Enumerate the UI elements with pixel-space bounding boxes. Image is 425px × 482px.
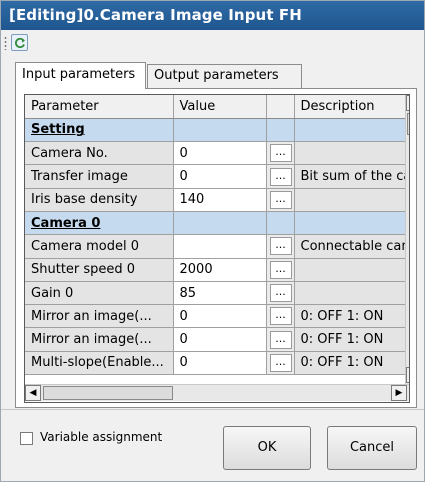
variable-assignment-checkbox[interactable] [20,432,33,445]
parameter-value-field[interactable]: 0 [173,327,267,352]
parameter-name: Transfer image [25,164,174,189]
table-row: Camera No. 0 ... [25,141,406,166]
parameter-description: 0: OFF 1: ON [294,327,406,352]
ellipsis-button[interactable]: ... [269,144,292,163]
horizontal-scroll-thumb[interactable] [43,386,173,400]
parameter-name: Multi-slope(Enable... [25,351,174,376]
parameter-value-field[interactable]: 140 [173,188,267,212]
ellipsis-button[interactable]: ... [269,307,292,326]
table-row: Transfer image 0 ... Bit sum of the ca [25,164,406,189]
tab-strip: Input parameters Output parameters [15,62,415,89]
parameter-description [294,258,406,282]
scroll-down-arrow-icon[interactable]: ▼ [406,367,409,383]
table-row: Shutter speed 0 2000 ... [25,258,406,282]
scroll-up-arrow-icon[interactable]: ▲ [406,95,409,111]
parameter-name: Camera No. [25,141,174,166]
parameter-value-field[interactable]: 0 [173,351,267,376]
table-row: Mirror an image(... 0 ... 0: OFF 1: ON [25,327,406,352]
dialog-window: [Editing]0.Camera Image Input FH Input p… [0,0,425,482]
ellipsis-button[interactable]: ... [269,284,292,303]
parameter-description [294,141,406,166]
button-bar: Variable assignment OK Cancel [1,409,424,481]
ellipsis-button[interactable]: ... [269,167,292,186]
tab-panel: Parameter Value Description Setting Came… [15,88,417,408]
parameter-value-field[interactable] [173,234,267,259]
checkbox-label[interactable]: Variable assignment [40,430,162,444]
toolbar [1,30,424,56]
parameter-description: 0: OFF 1: ON [294,304,406,329]
window-title: [Editing]0.Camera Image Input FH [9,6,302,24]
ellipsis-button[interactable]: ... [269,190,292,209]
vertical-scrollbar[interactable]: ▲ ▼ [405,95,409,385]
parameter-name: Camera model 0 [25,234,174,259]
horizontal-scrollbar[interactable]: ◀ ▶ [25,384,409,401]
column-header-description[interactable]: Description [294,95,406,119]
parameter-description [294,188,406,212]
table-row: Mirror an image(... 0 ... 0: OFF 1: ON [25,304,406,329]
section-row-camera-0: Camera 0 [25,211,406,236]
scroll-left-arrow-icon[interactable]: ◀ [25,385,41,401]
ellipsis-button[interactable]: ... [269,330,292,349]
column-header-value[interactable]: Value [173,95,267,119]
parameter-name: Mirror an image(... [25,304,174,329]
parameter-description [294,281,406,306]
parameter-name: Gain 0 [25,281,174,306]
vertical-scroll-thumb[interactable] [407,113,409,135]
scroll-right-arrow-icon[interactable]: ▶ [391,385,407,401]
parameter-value-field[interactable]: 0 [173,164,267,189]
section-label[interactable]: Camera 0 [25,211,174,236]
ok-button[interactable]: OK [223,426,311,470]
parameter-value-field[interactable]: 85 [173,281,267,306]
parameter-grid: Parameter Value Description Setting Came… [24,94,410,403]
column-header-button [266,95,295,119]
table-row: Camera model 0 ... Connectable can [25,234,406,259]
title-bar[interactable]: [Editing]0.Camera Image Input FH [1,1,424,30]
column-header-parameter[interactable]: Parameter [25,95,174,119]
tab-input-parameters[interactable]: Input parameters [15,62,146,89]
parameter-name: Shutter speed 0 [25,258,174,282]
parameter-value-field[interactable]: 0 [173,304,267,329]
tab-output-parameters[interactable]: Output parameters [147,64,302,88]
toolbar-grip-icon[interactable] [4,36,7,50]
refresh-icon[interactable] [11,34,28,51]
parameter-table: Parameter Value Description Setting Came… [25,95,406,376]
header-row: Parameter Value Description [25,95,406,119]
parameter-name: Iris base density [25,188,174,212]
parameter-description: Bit sum of the ca [294,164,406,189]
parameter-value-field[interactable]: 2000 [173,258,267,282]
table-row: Iris base density 140 ... [25,188,406,212]
parameter-description: Connectable can [294,234,406,259]
parameter-description: 0: OFF 1: ON [294,351,406,376]
cancel-button[interactable]: Cancel [327,426,417,470]
section-label[interactable]: Setting [25,118,174,143]
table-row: Multi-slope(Enable... 0 ... 0: OFF 1: ON [25,351,406,376]
parameter-name: Mirror an image(... [25,327,174,352]
ellipsis-button[interactable]: ... [269,353,292,372]
parameter-value-field[interactable]: 0 [173,141,267,166]
section-row-setting: Setting [25,118,406,143]
ellipsis-button[interactable]: ... [269,260,292,279]
ellipsis-button[interactable]: ... [269,237,292,256]
table-row: Gain 0 85 ... [25,281,406,306]
